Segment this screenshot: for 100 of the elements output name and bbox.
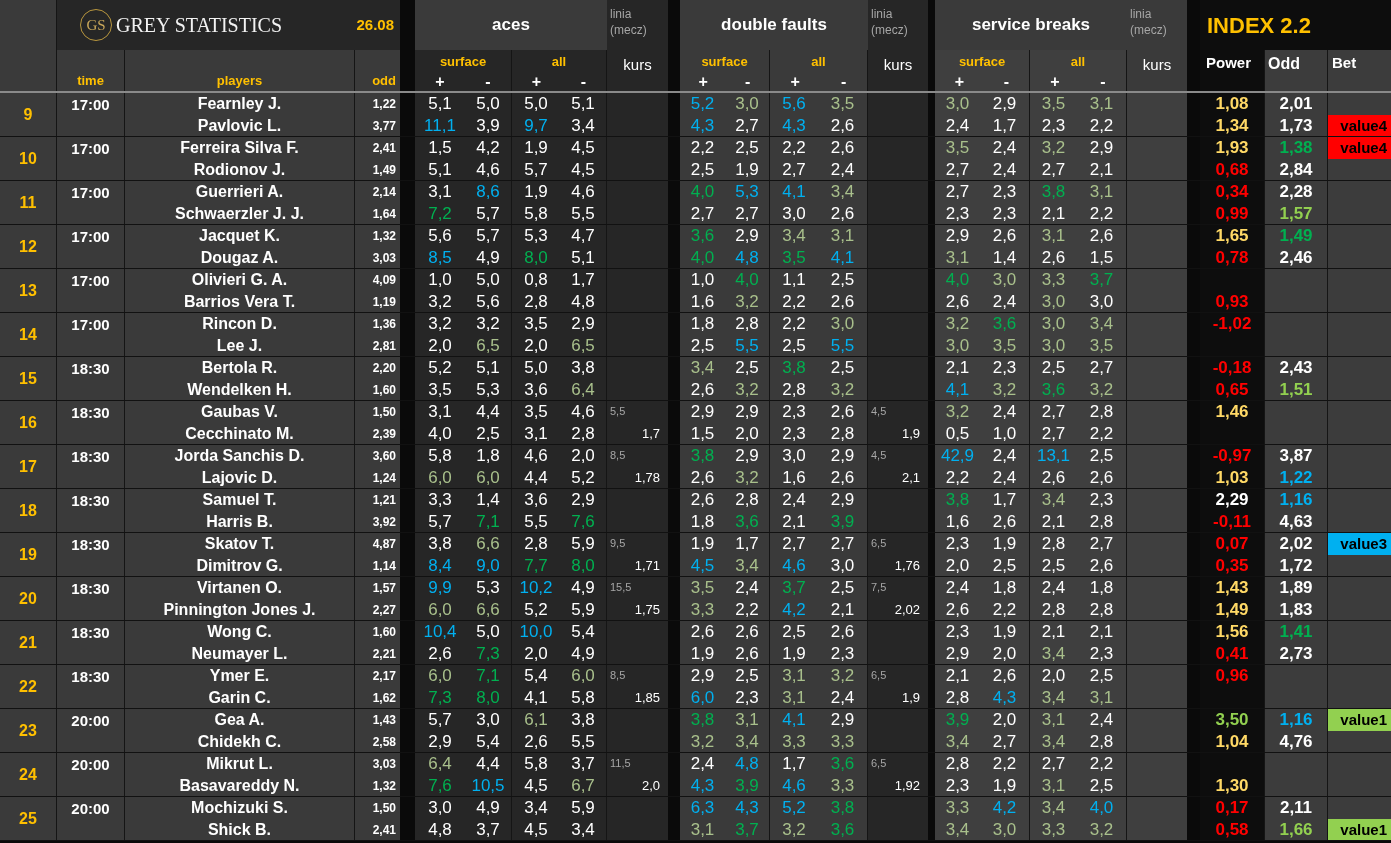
cell-value: 7,3 xyxy=(476,644,500,663)
cell-value: 2,5 xyxy=(1089,666,1114,685)
cell-value: 2,6 xyxy=(830,204,855,223)
column-header: linia (mecz) xyxy=(607,0,668,50)
cell-value: 2,8 xyxy=(1041,600,1066,619)
cell-value: 2,6 xyxy=(1089,468,1114,487)
cell-value: 3,50 xyxy=(1215,710,1249,729)
cell-value: 2,28 xyxy=(1279,182,1313,201)
row-number: 21 xyxy=(0,621,57,664)
cell-value: 1,9 xyxy=(992,534,1017,553)
cell-value: 5,8 xyxy=(571,688,595,707)
cell-value: 8,0 xyxy=(476,688,500,707)
cell-value: 2,3 xyxy=(992,204,1017,223)
cell-value: -0,97 xyxy=(1212,446,1252,465)
cell-value: 2,5 xyxy=(690,336,715,355)
column-header: kurs xyxy=(607,50,668,91)
cell-value: 3,1 xyxy=(428,402,452,421)
cell-value: 3,1 xyxy=(1089,688,1114,707)
cell-value: 3,1 xyxy=(1041,776,1066,795)
cell-value: 2,3 xyxy=(945,534,970,553)
cell-value: 2,5 xyxy=(1041,556,1066,575)
cell-value: 2,0 xyxy=(524,336,548,355)
cell-value: 10,0 xyxy=(519,622,553,641)
cell-value: 3,4 xyxy=(1041,688,1066,707)
row-number: 23 xyxy=(0,709,57,752)
cell-value: 3,8 xyxy=(690,446,715,465)
cell-value: 7,1 xyxy=(476,512,500,531)
table-cell: Lee J. xyxy=(125,335,355,356)
cell-value: 2,6 xyxy=(830,292,855,311)
cell-value: 2,3 xyxy=(735,688,759,707)
cell-value: 2,1 xyxy=(1041,204,1066,223)
cell-value: 5,0 xyxy=(476,270,500,289)
cell-value: 4,0 xyxy=(690,182,715,201)
cell-value: 3,0 xyxy=(1041,292,1066,311)
cell-value: 2,8 xyxy=(1089,600,1114,619)
cell-value: 0,68 xyxy=(1215,160,1249,179)
cell-value: 1,51 xyxy=(1279,380,1313,399)
cell-value: 1,8 xyxy=(476,446,500,465)
cell-value: 3,1 xyxy=(1041,226,1066,245)
cell-value: 2,0 xyxy=(571,446,595,465)
cell-value: 1,83 xyxy=(1279,600,1313,619)
cell-value: 3,4 xyxy=(945,732,970,751)
table-cell: Rodionov J. xyxy=(125,159,355,180)
table-cell: Jacquet K. xyxy=(125,225,355,247)
table-cell: Olivieri G. A. xyxy=(125,269,355,291)
cell-value: 6,0 xyxy=(690,688,715,707)
cell-value: 2,2 xyxy=(1089,754,1114,773)
cell-value: 5,8 xyxy=(428,446,452,465)
cell-value: 1,49 xyxy=(1279,226,1313,245)
cell-value: 2,1 xyxy=(1041,622,1066,641)
cell-value: 3,4 xyxy=(782,226,806,245)
cell-value: 2,4 xyxy=(992,468,1017,487)
cell-value: 2,7 xyxy=(782,534,806,553)
row-number: 10 xyxy=(0,137,57,180)
table-cell: 20:00 xyxy=(57,753,125,796)
cell-value: 3,6 xyxy=(524,380,548,399)
cell-value: 10,2 xyxy=(519,578,553,597)
column-header: linia (mecz) xyxy=(1127,0,1187,50)
column-header: + xyxy=(698,73,708,91)
table-cell: 2,41 xyxy=(355,819,400,840)
cell-value: 2,4 xyxy=(1041,578,1066,597)
cell-value: 2,6 xyxy=(992,512,1017,531)
cell-value: 3,0 xyxy=(830,314,855,333)
table-cell-text: 1,85 xyxy=(634,688,661,707)
cell-value: 1,72 xyxy=(1279,556,1313,575)
cell-value: 0,78 xyxy=(1215,248,1249,267)
cell-value: 5,5 xyxy=(524,512,548,531)
cell-value: -0,18 xyxy=(1212,358,1252,377)
cell-value: 1,5 xyxy=(1089,248,1114,267)
table-cell: 1,50 xyxy=(355,401,400,423)
table-cell: 3,03 xyxy=(355,753,400,775)
cell-value: 4,1 xyxy=(945,380,970,399)
cell-value: 2,2 xyxy=(782,314,806,333)
cell-value: 2,5 xyxy=(782,336,806,355)
cell-value: 1,0 xyxy=(690,270,715,289)
cell-value: 1,43 xyxy=(1215,578,1249,597)
cell-value: 3,4 xyxy=(735,556,759,575)
cell-value: 4,9 xyxy=(476,798,500,817)
cell-value: 3,5 xyxy=(782,248,806,267)
cell-value: 1,4 xyxy=(992,248,1017,267)
cell-value: 3,0 xyxy=(428,798,452,817)
cell-value: 2,2 xyxy=(1089,116,1114,135)
cell-value: 2,3 xyxy=(1089,644,1114,663)
row-number: 17 xyxy=(0,445,57,488)
column-header: odd xyxy=(355,50,400,91)
table-cell: 20:00 xyxy=(57,797,125,840)
cell-value: 2,5 xyxy=(690,160,715,179)
cell-value: 3,5 xyxy=(690,578,715,597)
cell-value: 2,9 xyxy=(735,446,759,465)
cell-value: 4,8 xyxy=(735,754,759,773)
table-cell: Guerrieri A. xyxy=(125,181,355,203)
table-cell: 1,22 xyxy=(355,93,400,115)
row-number: 20 xyxy=(0,577,57,620)
cell-value: 1,34 xyxy=(1215,116,1249,135)
table-cell: 1,64 xyxy=(355,203,400,224)
cell-value: 8,0 xyxy=(524,248,548,267)
cell-value: 3,3 xyxy=(830,776,855,795)
row-number: 19 xyxy=(0,533,57,576)
table-cell: 17:00 xyxy=(57,137,125,180)
cell-value: 2,7 xyxy=(830,534,855,553)
